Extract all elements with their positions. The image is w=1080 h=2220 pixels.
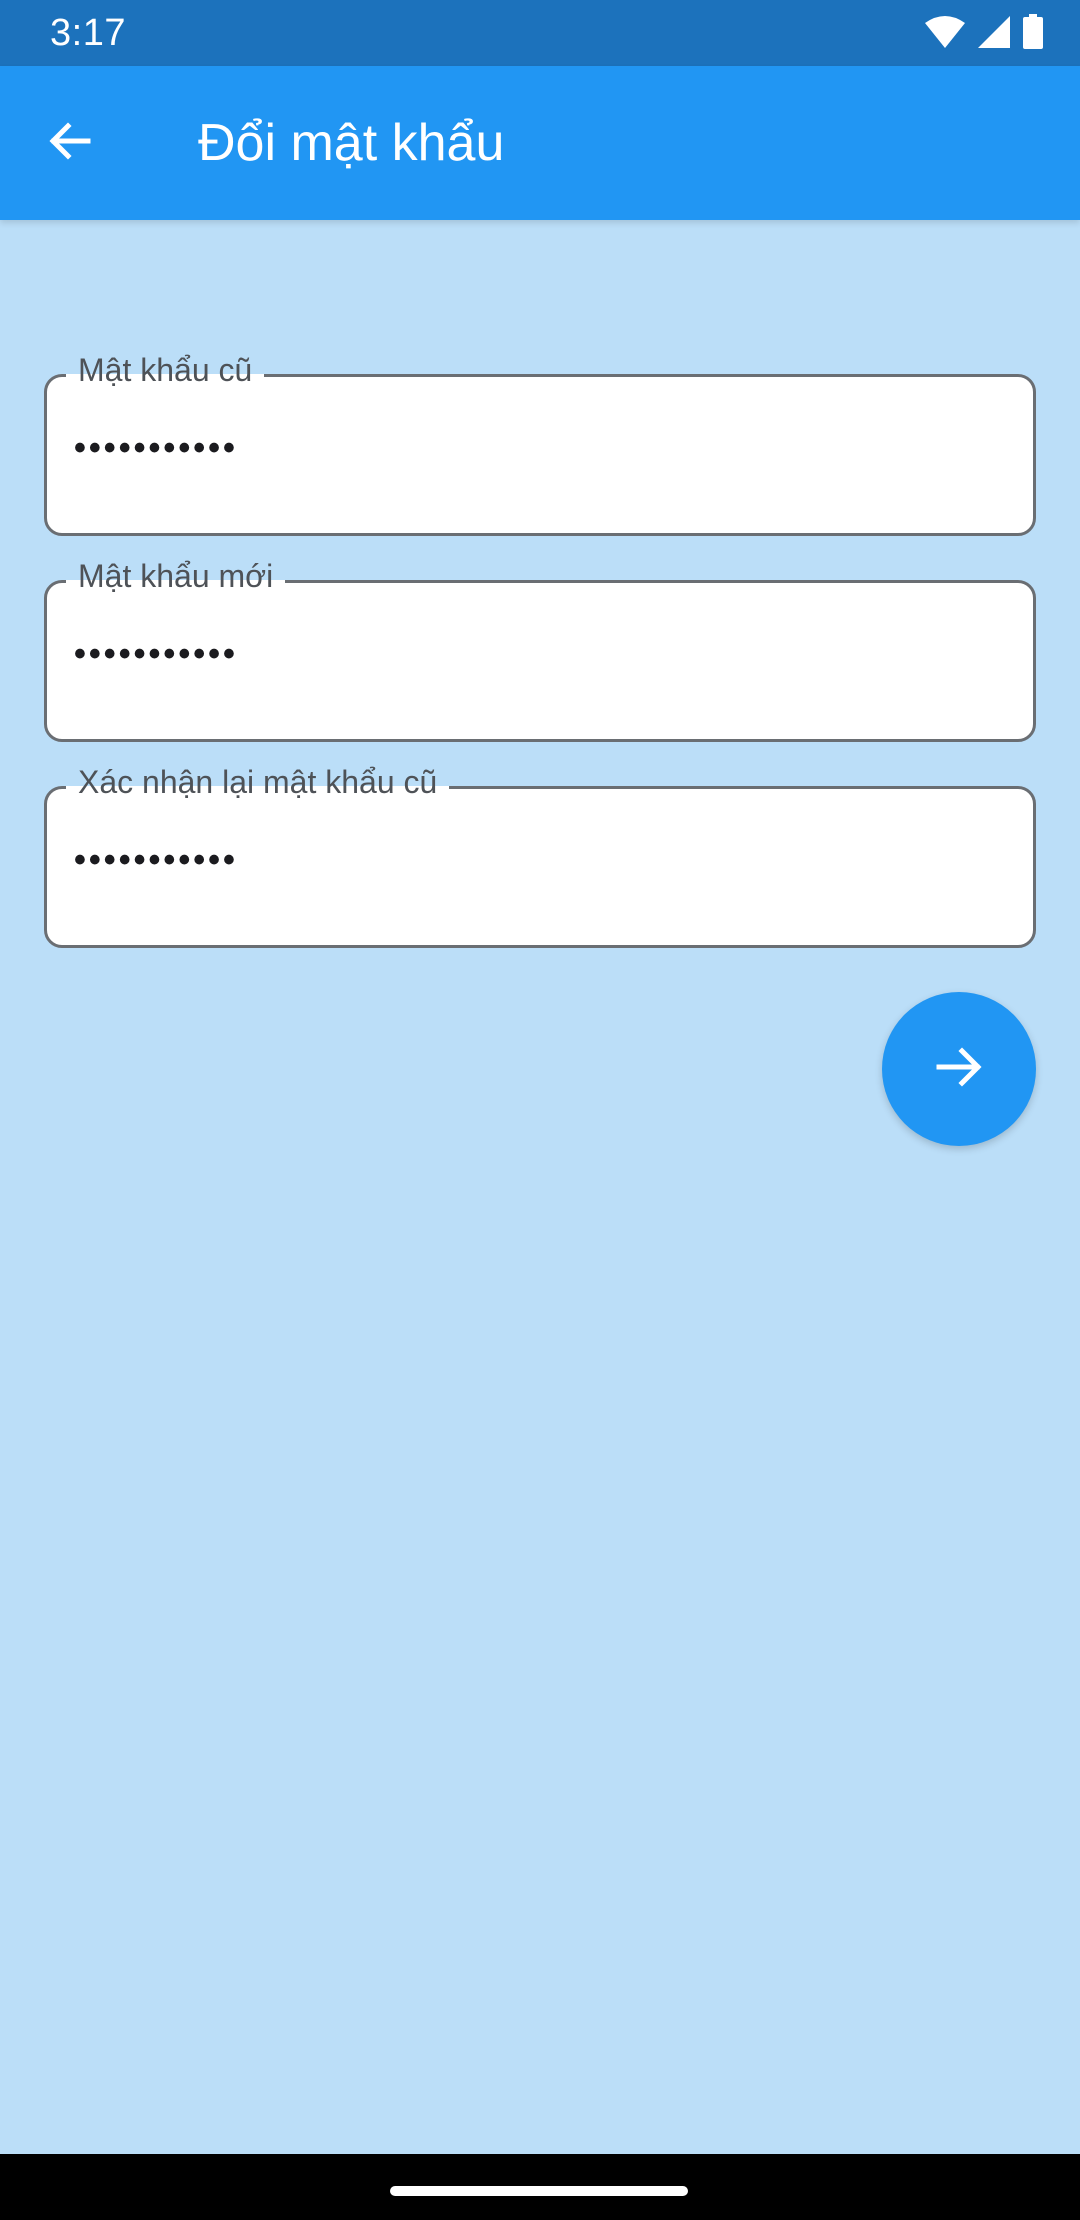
new-password-field[interactable]: Mật khẩu mới •••••••••••	[44, 556, 1036, 742]
status-icons	[924, 13, 1044, 55]
old-password-value: •••••••••••	[74, 429, 238, 467]
app-bar: Đổi mật khẩu	[0, 66, 1080, 220]
old-password-field[interactable]: Mật khẩu cũ •••••••••••	[44, 350, 1036, 536]
arrow-forward-icon	[933, 1041, 985, 1098]
back-button[interactable]	[28, 101, 112, 185]
new-password-value: •••••••••••	[74, 635, 238, 673]
confirm-password-value: •••••••••••	[74, 841, 238, 879]
arrow-back-icon	[46, 117, 94, 170]
home-gesture-handle[interactable]	[390, 2186, 688, 2196]
system-nav-bar	[0, 2154, 1080, 2220]
old-password-label: Mật khẩu cũ	[66, 350, 265, 390]
new-password-label: Mật khẩu mới	[66, 556, 286, 596]
cell-signal-icon	[976, 15, 1012, 54]
page-title: Đổi mật khẩu	[198, 114, 505, 172]
wifi-icon	[924, 15, 966, 54]
battery-icon	[1022, 13, 1044, 55]
confirm-password-field[interactable]: Xác nhận lại mật khẩu cũ •••••••••••	[44, 762, 1036, 948]
submit-button[interactable]	[882, 992, 1036, 1146]
status-time: 3:17	[50, 12, 126, 54]
confirm-password-label: Xác nhận lại mật khẩu cũ	[66, 762, 450, 802]
status-bar: 3:17	[0, 0, 1080, 66]
